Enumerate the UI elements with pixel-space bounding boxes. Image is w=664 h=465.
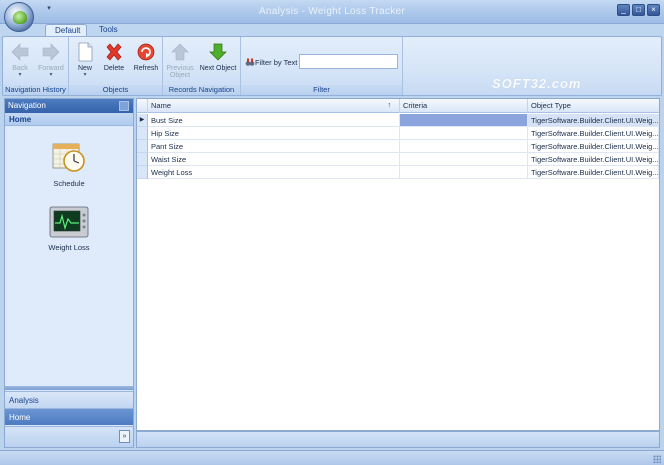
minimize-button[interactable]: _ [617, 4, 630, 16]
nav-group-home[interactable]: Home [5, 408, 133, 425]
nav-item-schedule-label: Schedule [53, 179, 85, 188]
resize-grip-icon[interactable] [653, 455, 661, 463]
nav-item-schedule[interactable]: Schedule [5, 141, 133, 188]
application-menu-button[interactable] [4, 2, 34, 32]
navigation-splitter[interactable] [5, 386, 133, 390]
refresh-button[interactable]: Refresh [130, 41, 162, 72]
table-row[interactable]: Pant Size TigerSoftware.Builder.Client.U… [137, 140, 659, 153]
forward-label: Forward [38, 65, 64, 72]
navigation-header: Navigation [5, 99, 133, 113]
forward-dropdown-arrow[interactable]: ▾ [36, 72, 66, 78]
window-title: Analysis - Weight Loss Tracker [258, 6, 406, 17]
navigation-pane: Navigation Home Schedule Weight Loss Ana… [4, 98, 134, 448]
delete-button[interactable]: Delete [100, 41, 128, 72]
table-row[interactable]: Hip Size TigerSoftware.Builder.Client.UI… [137, 127, 659, 140]
maximize-button[interactable]: □ [632, 4, 645, 16]
back-dropdown-arrow[interactable]: ▾ [6, 72, 34, 78]
cell-criteria[interactable] [400, 127, 528, 140]
cell-criteria[interactable] [400, 153, 528, 166]
group-objects: New ▾ Delete Refresh Objects [69, 37, 163, 95]
delete-label: Delete [103, 65, 125, 72]
window-controls: _ □ × [617, 4, 660, 16]
table-row[interactable]: Waist Size TigerSoftware.Builder.Client.… [137, 153, 659, 166]
row-indicator [137, 166, 148, 179]
schedule-icon [52, 143, 85, 172]
group-label-navigation-history: Navigation History [3, 85, 68, 95]
navigation-header-label: Navigation [8, 101, 46, 110]
refresh-label: Refresh [133, 65, 159, 72]
row-indicator-header [137, 99, 148, 113]
forward-button[interactable]: Forward ▾ [36, 41, 66, 78]
filter-text-input[interactable] [299, 54, 398, 69]
previous-object-button[interactable]: Previous Object [165, 41, 195, 79]
weight-loss-monitor-icon [49, 206, 89, 238]
cell-object-type[interactable]: TigerSoftware.Builder.Client.UI.Weig... [528, 153, 659, 166]
row-indicator [137, 127, 148, 140]
close-button[interactable]: × [647, 4, 660, 16]
table-row[interactable]: Weight Loss TigerSoftware.Builder.Client… [137, 166, 659, 179]
title-bar: ▾ Analysis - Weight Loss Tracker _ □ × [0, 0, 664, 32]
next-object-label: Next Object [199, 65, 237, 72]
new-label: New [77, 65, 92, 72]
configure-buttons-icon[interactable]: » [119, 430, 130, 443]
new-dropdown-arrow[interactable]: ▾ [72, 72, 98, 78]
cell-name[interactable]: Hip Size [148, 127, 400, 140]
column-header-name[interactable]: Name ↑ [148, 99, 400, 113]
delete-x-icon [106, 43, 122, 61]
row-indicator [137, 153, 148, 166]
navigation-footer: » [5, 426, 133, 447]
arrow-up-icon [171, 43, 189, 61]
cell-criteria[interactable] [400, 166, 528, 179]
cell-object-type[interactable]: TigerSoftware.Builder.Client.UI.Weig... [528, 114, 659, 127]
grid-footer [136, 431, 660, 448]
objects-grid: Name ↑ Criteria Object Type ▶ Bust Size … [136, 98, 660, 431]
column-header-name-label: Name [151, 101, 172, 110]
new-button[interactable]: New ▾ [72, 41, 98, 78]
cell-name[interactable]: Pant Size [148, 140, 400, 153]
grid-header: Name ↑ Criteria Object Type [137, 99, 659, 113]
back-label: Back [12, 65, 28, 72]
cell-name[interactable]: Bust Size [148, 114, 400, 127]
current-row-indicator-icon: ▶ [137, 114, 148, 127]
next-object-button[interactable]: Next Object [197, 41, 239, 72]
cell-object-type[interactable]: TigerSoftware.Builder.Client.UI.Weig... [528, 166, 659, 179]
arrow-left-icon [11, 43, 29, 61]
navigation-section-title: Home [5, 113, 133, 126]
column-header-criteria[interactable]: Criteria [400, 99, 528, 113]
sort-ascending-icon: ↑ [387, 102, 392, 109]
watermark-logo: SOFT32.com [492, 76, 582, 91]
filter-by-text-label: Filter by Text [255, 58, 298, 67]
group-navigation-history: Back ▾ Forward ▾ Navigation History [3, 37, 69, 95]
app-logo-icon [13, 11, 27, 24]
back-button[interactable]: Back ▾ [6, 41, 34, 78]
table-row[interactable]: ▶ Bust Size TigerSoftware.Builder.Client… [137, 114, 659, 127]
group-records-navigation: Previous Object Next Object Records Navi… [163, 37, 241, 95]
nav-group-analysis[interactable]: Analysis [5, 391, 133, 408]
nav-item-weight-loss[interactable]: Weight Loss [5, 205, 133, 252]
status-bar [0, 450, 664, 465]
cell-name[interactable]: Weight Loss [148, 166, 400, 179]
previous-object-label: Previous Object [166, 65, 194, 79]
nav-item-weight-loss-label: Weight Loss [48, 243, 90, 252]
cell-object-type[interactable]: TigerSoftware.Builder.Client.UI.Weig... [528, 127, 659, 140]
column-header-object-type[interactable]: Object Type [528, 99, 659, 113]
group-label-filter: Filter [241, 85, 402, 95]
arrow-right-icon [42, 43, 60, 61]
arrow-down-icon [209, 43, 227, 61]
group-label-records-navigation: Records Navigation [163, 85, 240, 95]
group-label-objects: Objects [69, 85, 162, 95]
group-filter: Filter by Text Filter [241, 37, 403, 95]
cell-criteria[interactable] [400, 114, 528, 127]
cell-criteria[interactable] [400, 140, 528, 153]
navigation-items: Schedule Weight Loss [5, 127, 133, 386]
pin-pane-icon[interactable] [119, 101, 129, 111]
row-indicator [137, 140, 148, 153]
cell-name[interactable]: Waist Size [148, 153, 400, 166]
new-document-icon [78, 42, 93, 62]
refresh-icon [137, 43, 155, 61]
cell-object-type[interactable]: TigerSoftware.Builder.Client.UI.Weig... [528, 140, 659, 153]
binoculars-icon [245, 58, 255, 66]
